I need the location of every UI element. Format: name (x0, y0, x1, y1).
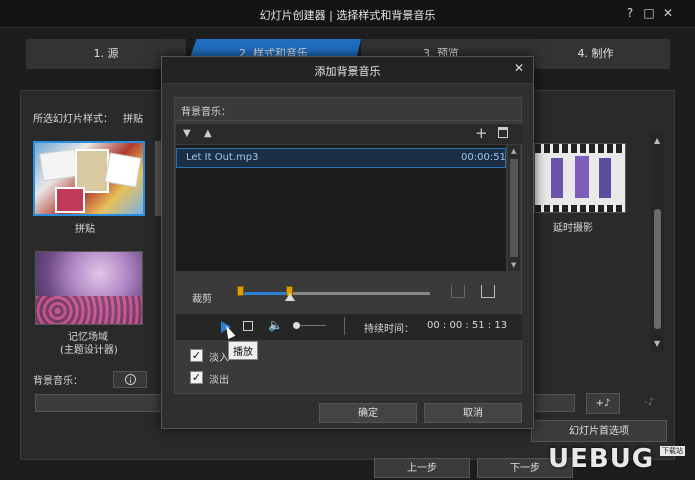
cancel-button[interactable]: 取消 (424, 403, 522, 423)
music-section-label: 背景音乐： (181, 107, 231, 118)
scroll-thumb[interactable] (510, 159, 518, 257)
scroll-down-icon[interactable]: ▼ (654, 339, 660, 348)
volume-icon[interactable]: 🔈 (268, 318, 283, 332)
trash-icon[interactable] (498, 127, 508, 138)
add-music-button[interactable]: +♪ (586, 393, 620, 414)
fade-out-checkbox[interactable]: ✓ (190, 371, 203, 384)
list-scrollbar[interactable]: ▲ ▼ (508, 145, 520, 271)
add-icon[interactable]: + (475, 124, 488, 142)
fade-in-label: 淡入 (209, 353, 229, 364)
title-bar: 幻灯片创建器 | 选择样式和背景音乐 ? □ ✕ (0, 0, 695, 28)
playhead-marker[interactable] (285, 293, 295, 301)
move-down-icon[interactable]: ▼ (183, 128, 191, 139)
track-row[interactable]: Let It Out.mp3 00:00:51 (176, 148, 506, 168)
trim-start-handle[interactable] (237, 286, 244, 296)
figure-shape (575, 156, 589, 198)
flower-field (36, 296, 142, 324)
style-thumb-collage[interactable] (33, 141, 145, 216)
slideshow-prefs-button[interactable]: 幻灯片首选项 (531, 420, 667, 442)
info-icon: i (125, 374, 136, 385)
window-title: 幻灯片创建器 | 选择样式和背景音乐 (259, 9, 436, 22)
list-toolbar (176, 124, 522, 144)
figure-shape (599, 158, 611, 198)
figure-shape (551, 158, 563, 198)
dialog-close-icon[interactable]: ✕ (514, 61, 524, 75)
set-end-icon[interactable] (481, 285, 495, 298)
photo-frame (39, 148, 79, 182)
trim-range (240, 292, 290, 295)
selected-style-value: 拼贴 (123, 114, 143, 125)
film-strip (535, 144, 625, 153)
set-start-icon[interactable] (451, 285, 465, 298)
tab-label: 4. 制作 (577, 47, 614, 60)
fade-out-label: 淡出 (209, 375, 229, 386)
trim-label: 裁剪 (192, 294, 212, 305)
stop-icon[interactable] (243, 321, 253, 331)
watermark-sub: 下载站 (660, 446, 685, 456)
tab-produce[interactable]: 4. 制作 (521, 39, 670, 69)
add-music-icon: +♪ (595, 398, 611, 409)
divider (175, 120, 521, 121)
watermark-logo: UEBUG (548, 444, 655, 474)
dialog-titlebar: 添加背景音乐 ✕ (162, 57, 533, 84)
track-name: Let It Out.mp3 (186, 152, 259, 163)
duration-label: 持续时间： (364, 324, 414, 335)
remove-music-icon: -♪ (644, 397, 654, 408)
close-icon[interactable]: ✕ (660, 5, 676, 21)
scroll-up-icon[interactable]: ▲ (511, 147, 516, 155)
volume-slider-knob[interactable] (293, 322, 300, 329)
style-scrollbar[interactable]: ▲ ▼ (651, 133, 665, 353)
film-strip (535, 205, 625, 212)
scroll-thumb[interactable] (654, 209, 661, 329)
volume-slider-track[interactable] (300, 325, 326, 326)
divider (344, 317, 345, 335)
scroll-down-icon[interactable]: ▼ (511, 261, 516, 269)
style-thumb-memory[interactable] (35, 251, 143, 325)
bg-music-label: 背景音乐： (33, 376, 83, 387)
fade-in-checkbox[interactable]: ✓ (190, 349, 203, 362)
remove-music-button[interactable]: -♪ (632, 393, 666, 414)
move-up-icon[interactable]: ▲ (204, 128, 212, 139)
prev-button[interactable]: 上一步 (374, 458, 470, 478)
maximize-icon[interactable]: □ (641, 5, 657, 21)
thumb-caption: 延时摄影 (553, 223, 593, 234)
dialog-title: 添加背景音乐 (314, 65, 381, 78)
info-button[interactable]: i (113, 371, 147, 388)
duration-value: 00 : 00 : 51 : 13 (427, 320, 508, 331)
photo-frame (55, 187, 85, 213)
help-icon[interactable]: ? (622, 5, 638, 21)
thumb-caption: 拼贴 (75, 224, 95, 235)
style-thumb-timelapse[interactable] (534, 143, 626, 213)
play-tooltip: 播放 (228, 341, 258, 360)
trim-track[interactable] (240, 292, 430, 295)
photo-frame (104, 152, 142, 188)
thumb-caption-sub: (主题设计器) (60, 345, 118, 356)
scroll-up-icon[interactable]: ▲ (654, 136, 660, 145)
track-duration: 00:00:51 (461, 152, 506, 163)
selected-style-label: 所选幻灯片样式： (33, 114, 113, 125)
tab-label: 1. 源 (93, 47, 119, 60)
ok-button[interactable]: 确定 (319, 403, 417, 423)
